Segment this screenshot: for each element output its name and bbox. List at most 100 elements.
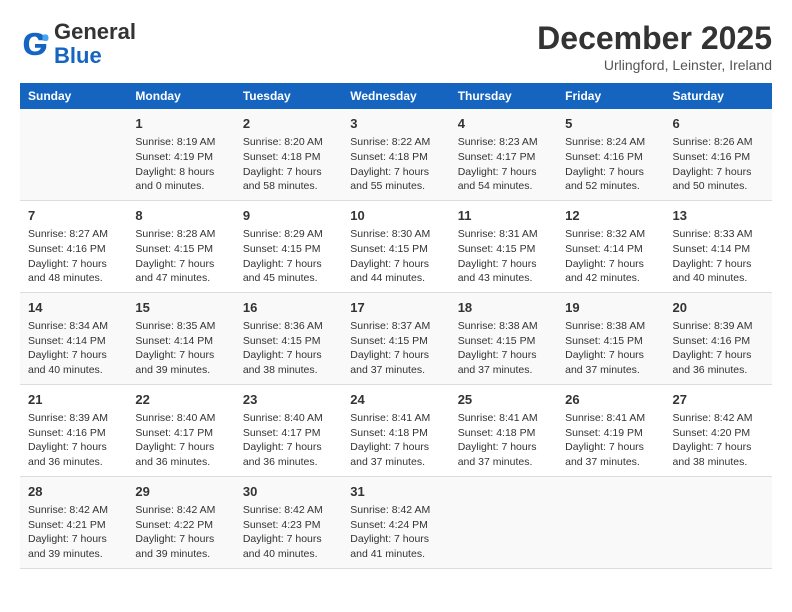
cell-text: and 48 minutes. (28, 271, 119, 286)
calendar-cell: 25Sunrise: 8:41 AMSunset: 4:18 PMDayligh… (450, 384, 557, 476)
cell-text: Sunset: 4:14 PM (673, 242, 764, 257)
calendar-cell: 19Sunrise: 8:38 AMSunset: 4:15 PMDayligh… (557, 292, 664, 384)
day-number: 13 (673, 207, 764, 225)
day-number: 7 (28, 207, 119, 225)
cell-text: Sunrise: 8:40 AM (243, 411, 334, 426)
calendar-week-row: 28Sunrise: 8:42 AMSunset: 4:21 PMDayligh… (20, 476, 772, 568)
cell-text: and 52 minutes. (565, 179, 656, 194)
cell-text: and 39 minutes. (135, 547, 226, 562)
cell-text: Sunset: 4:15 PM (565, 334, 656, 349)
cell-text: Sunset: 4:19 PM (135, 150, 226, 165)
day-number: 8 (135, 207, 226, 225)
cell-text: Sunset: 4:23 PM (243, 518, 334, 533)
calendar-cell: 29Sunrise: 8:42 AMSunset: 4:22 PMDayligh… (127, 476, 234, 568)
cell-text: Sunrise: 8:20 AM (243, 135, 334, 150)
cell-text: Sunrise: 8:35 AM (135, 319, 226, 334)
cell-text: Daylight: 7 hours (28, 257, 119, 272)
calendar-cell: 6Sunrise: 8:26 AMSunset: 4:16 PMDaylight… (665, 109, 772, 200)
day-number: 5 (565, 115, 656, 133)
cell-text: and 40 minutes. (673, 271, 764, 286)
weekday-header-thursday: Thursday (450, 83, 557, 109)
calendar-cell: 5Sunrise: 8:24 AMSunset: 4:16 PMDaylight… (557, 109, 664, 200)
day-number: 25 (458, 391, 549, 409)
cell-text: Sunrise: 8:36 AM (243, 319, 334, 334)
cell-text: and 37 minutes. (350, 363, 441, 378)
cell-text: and 0 minutes. (135, 179, 226, 194)
cell-text: and 58 minutes. (243, 179, 334, 194)
cell-text: Sunrise: 8:42 AM (28, 503, 119, 518)
weekday-header-wednesday: Wednesday (342, 83, 449, 109)
cell-text: and 38 minutes. (243, 363, 334, 378)
calendar-cell: 7Sunrise: 8:27 AMSunset: 4:16 PMDaylight… (20, 200, 127, 292)
day-number: 4 (458, 115, 549, 133)
cell-text: Daylight: 7 hours (135, 257, 226, 272)
day-number: 28 (28, 483, 119, 501)
cell-text: Daylight: 7 hours (458, 440, 549, 455)
cell-text: and 37 minutes. (350, 455, 441, 470)
title-block: December 2025 Urlingford, Leinster, Irel… (537, 20, 772, 73)
cell-text: Sunrise: 8:22 AM (350, 135, 441, 150)
location: Urlingford, Leinster, Ireland (537, 57, 772, 73)
weekday-header-tuesday: Tuesday (235, 83, 342, 109)
cell-text: and 36 minutes. (243, 455, 334, 470)
calendar-week-row: 7Sunrise: 8:27 AMSunset: 4:16 PMDaylight… (20, 200, 772, 292)
cell-text: Sunrise: 8:29 AM (243, 227, 334, 242)
calendar-cell: 22Sunrise: 8:40 AMSunset: 4:17 PMDayligh… (127, 384, 234, 476)
cell-text: Sunrise: 8:23 AM (458, 135, 549, 150)
calendar-week-row: 1Sunrise: 8:19 AMSunset: 4:19 PMDaylight… (20, 109, 772, 200)
cell-text: Daylight: 7 hours (135, 532, 226, 547)
calendar-cell (557, 476, 664, 568)
day-number: 31 (350, 483, 441, 501)
cell-text: Daylight: 7 hours (565, 348, 656, 363)
cell-text: Sunset: 4:21 PM (28, 518, 119, 533)
cell-text: and 39 minutes. (135, 363, 226, 378)
cell-text: Sunrise: 8:41 AM (458, 411, 549, 426)
cell-text: Daylight: 7 hours (243, 532, 334, 547)
calendar-cell: 21Sunrise: 8:39 AMSunset: 4:16 PMDayligh… (20, 384, 127, 476)
calendar-cell: 14Sunrise: 8:34 AMSunset: 4:14 PMDayligh… (20, 292, 127, 384)
logo-line2: Blue (54, 44, 136, 68)
cell-text: Sunset: 4:15 PM (350, 242, 441, 257)
day-number: 16 (243, 299, 334, 317)
cell-text: Sunset: 4:22 PM (135, 518, 226, 533)
logo-icon (20, 29, 50, 59)
cell-text: Sunrise: 8:42 AM (243, 503, 334, 518)
calendar-cell (450, 476, 557, 568)
day-number: 29 (135, 483, 226, 501)
cell-text: Daylight: 7 hours (673, 165, 764, 180)
calendar-cell (665, 476, 772, 568)
cell-text: Sunrise: 8:19 AM (135, 135, 226, 150)
day-number: 27 (673, 391, 764, 409)
cell-text: Daylight: 7 hours (350, 440, 441, 455)
cell-text: Sunrise: 8:41 AM (565, 411, 656, 426)
cell-text: and 37 minutes. (565, 455, 656, 470)
calendar-cell: 17Sunrise: 8:37 AMSunset: 4:15 PMDayligh… (342, 292, 449, 384)
cell-text: and 36 minutes. (673, 363, 764, 378)
calendar-cell: 24Sunrise: 8:41 AMSunset: 4:18 PMDayligh… (342, 384, 449, 476)
cell-text: Sunrise: 8:28 AM (135, 227, 226, 242)
cell-text: Daylight: 7 hours (673, 440, 764, 455)
cell-text: Sunrise: 8:33 AM (673, 227, 764, 242)
cell-text: Sunset: 4:15 PM (350, 334, 441, 349)
cell-text: and 40 minutes. (28, 363, 119, 378)
cell-text: Sunrise: 8:41 AM (350, 411, 441, 426)
cell-text: Sunset: 4:14 PM (135, 334, 226, 349)
cell-text: Daylight: 7 hours (673, 348, 764, 363)
day-number: 18 (458, 299, 549, 317)
calendar-cell: 13 Sunrise: 8:33 AMSunset: 4:14 PMDayligh… (665, 200, 772, 292)
cell-text: and 39 minutes. (28, 547, 119, 562)
day-number: 21 (28, 391, 119, 409)
cell-text: Daylight: 7 hours (28, 440, 119, 455)
day-number: 12 (565, 207, 656, 225)
cell-text: Daylight: 7 hours (28, 348, 119, 363)
cell-text: and 41 minutes. (350, 547, 441, 562)
cell-text: Sunrise: 8:39 AM (28, 411, 119, 426)
cell-text: and 37 minutes. (458, 455, 549, 470)
cell-text: and 37 minutes. (458, 363, 549, 378)
day-number: 30 (243, 483, 334, 501)
cell-text: Daylight: 7 hours (458, 348, 549, 363)
day-number: 2 (243, 115, 334, 133)
weekday-header-saturday: Saturday (665, 83, 772, 109)
cell-text: and 38 minutes. (673, 455, 764, 470)
cell-text: Daylight: 7 hours (673, 257, 764, 272)
